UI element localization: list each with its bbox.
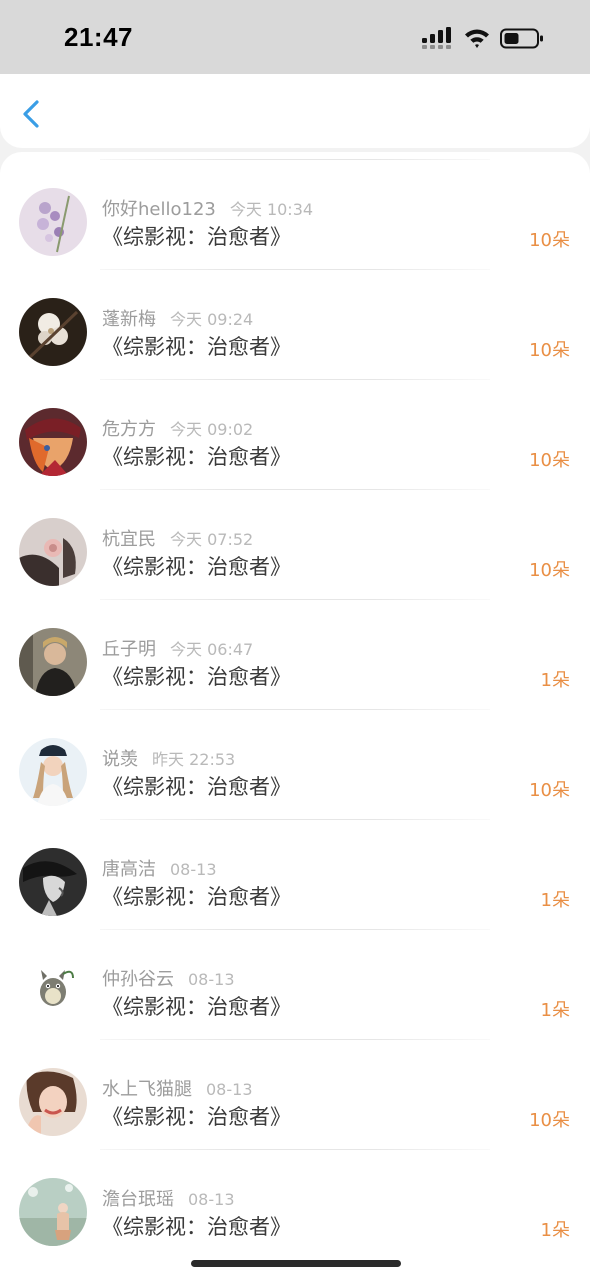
- timestamp: 今天 07:52: [170, 530, 254, 549]
- list-item[interactable]: 危方方 今天 09:02 《综影视：治愈者》 10朵: [0, 379, 590, 489]
- book-title[interactable]: 《综影视：治愈者》: [102, 551, 291, 581]
- flower-count: 10朵: [529, 1110, 570, 1131]
- flower-count: 10朵: [529, 340, 570, 361]
- status-time: 21:47: [64, 22, 133, 52]
- nav-bar: [0, 74, 590, 148]
- meta-line: 澹台珉瑶 08-13: [102, 1185, 235, 1211]
- book-title[interactable]: 《综影视：治愈者》: [102, 1211, 291, 1241]
- avatar[interactable]: [19, 848, 87, 916]
- meta-line: 水上飞猫腿 08-13: [102, 1075, 253, 1101]
- flower-count: 1朵: [540, 670, 570, 691]
- avatar[interactable]: [19, 518, 87, 586]
- row-divider: [100, 929, 490, 930]
- flower-count: 10朵: [529, 230, 570, 251]
- book-title[interactable]: 《综影视：治愈者》: [102, 221, 291, 251]
- timestamp: 08-13: [206, 1080, 253, 1099]
- timestamp: 今天 09:02: [170, 420, 254, 439]
- row-divider: [100, 599, 490, 600]
- username[interactable]: 水上飞猫腿: [102, 1079, 192, 1100]
- username[interactable]: 唐高洁: [102, 859, 156, 880]
- book-title[interactable]: 《综影视：治愈者》: [102, 1101, 291, 1131]
- list-item[interactable]: 水上飞猫腿 08-13 《综影视：治愈者》 10朵: [0, 1039, 590, 1149]
- row-divider: [100, 269, 490, 270]
- username[interactable]: 杭宜民: [102, 529, 156, 550]
- meta-line: 你好hello123 今天 10:34: [102, 195, 313, 221]
- timestamp: 08-13: [188, 1190, 235, 1209]
- status-icons: [422, 27, 552, 51]
- avatar[interactable]: [19, 738, 87, 806]
- meta-line: 唐高洁 08-13: [102, 855, 217, 881]
- flower-count: 1朵: [540, 1000, 570, 1021]
- chevron-left-icon: [23, 100, 39, 128]
- row-divider: [100, 819, 490, 820]
- flower-count: 1朵: [540, 1220, 570, 1241]
- meta-line: 说羡 昨天 22:53: [102, 745, 235, 771]
- meta-line: 丘子明 今天 06:47: [102, 635, 253, 661]
- book-title[interactable]: 《综影视：治愈者》: [102, 881, 291, 911]
- list-item[interactable]: 丘子明 今天 06:47 《综影视：治愈者》 1朵: [0, 599, 590, 709]
- book-title[interactable]: 《综影视：治愈者》: [102, 991, 291, 1021]
- avatar[interactable]: [19, 958, 87, 1026]
- list-item[interactable]: 澹台珉瑶 08-13 《综影视：治愈者》 1朵: [0, 1149, 590, 1259]
- list-item[interactable]: 蓬新梅 今天 09:24 《综影视：治愈者》 10朵: [0, 269, 590, 379]
- status-bar: 21:47: [0, 0, 590, 74]
- back-button[interactable]: [16, 96, 50, 132]
- timestamp: 08-13: [188, 970, 235, 989]
- username[interactable]: 说羡: [102, 749, 138, 770]
- row-divider: [100, 379, 490, 380]
- flower-count: 10朵: [529, 780, 570, 801]
- list-item[interactable]: 杭宜民 今天 07:52 《综影视：治愈者》 10朵: [0, 489, 590, 599]
- signal-icon: [422, 27, 454, 49]
- book-title[interactable]: 《综影视：治愈者》: [102, 771, 291, 801]
- list-item[interactable]: 仲孙谷云 08-13 《综影视：治愈者》 1朵: [0, 929, 590, 1039]
- meta-line: 仲孙谷云 08-13: [102, 965, 235, 991]
- flower-count: 10朵: [529, 560, 570, 581]
- username[interactable]: 仲孙谷云: [102, 969, 174, 990]
- avatar[interactable]: [19, 408, 87, 476]
- avatar[interactable]: [19, 1178, 87, 1246]
- timestamp: 今天 06:47: [170, 640, 254, 659]
- avatar[interactable]: [19, 298, 87, 366]
- gift-record-list: 你好hello123 今天 10:34 《综影视：治愈者》 10朵 蓬新梅 今天 0…: [0, 152, 590, 1280]
- timestamp: 今天 10:34: [229, 200, 314, 219]
- flower-count: 10朵: [529, 450, 570, 471]
- book-title[interactable]: 《综影视：治愈者》: [102, 441, 291, 471]
- home-indicator[interactable]: [191, 1260, 401, 1267]
- wifi-icon: [464, 27, 490, 49]
- username[interactable]: 丘子明: [102, 639, 156, 660]
- row-divider: [100, 1039, 490, 1040]
- row-divider: [100, 159, 490, 160]
- list-item[interactable]: 唐高洁 08-13 《综影视：治愈者》 1朵: [0, 819, 590, 929]
- avatar[interactable]: [19, 628, 87, 696]
- username[interactable]: 蓬新梅: [102, 309, 156, 330]
- row-divider: [100, 489, 490, 490]
- row-divider: [100, 709, 490, 710]
- username[interactable]: 危方方: [102, 419, 156, 440]
- username[interactable]: 澹台珉瑶: [102, 1189, 174, 1210]
- username[interactable]: 你好hello123: [102, 199, 216, 220]
- row-divider: [100, 1149, 490, 1150]
- book-title[interactable]: 《综影视：治愈者》: [102, 331, 291, 361]
- avatar[interactable]: [19, 1068, 87, 1136]
- book-title[interactable]: 《综影视：治愈者》: [102, 661, 291, 691]
- list-item[interactable]: 你好hello123 今天 10:34 《综影视：治愈者》 10朵: [0, 159, 590, 269]
- meta-line: 蓬新梅 今天 09:24: [102, 305, 253, 331]
- timestamp: 昨天 22:53: [152, 750, 236, 769]
- timestamp: 08-13: [170, 860, 217, 879]
- list-item[interactable]: 说羡 昨天 22:53 《综影视：治愈者》 10朵: [0, 709, 590, 819]
- meta-line: 危方方 今天 09:02: [102, 415, 253, 441]
- avatar[interactable]: [19, 188, 87, 256]
- timestamp: 今天 09:24: [170, 310, 254, 329]
- flower-count: 1朵: [540, 890, 570, 911]
- meta-line: 杭宜民 今天 07:52: [102, 525, 253, 551]
- battery-icon: [500, 28, 544, 50]
